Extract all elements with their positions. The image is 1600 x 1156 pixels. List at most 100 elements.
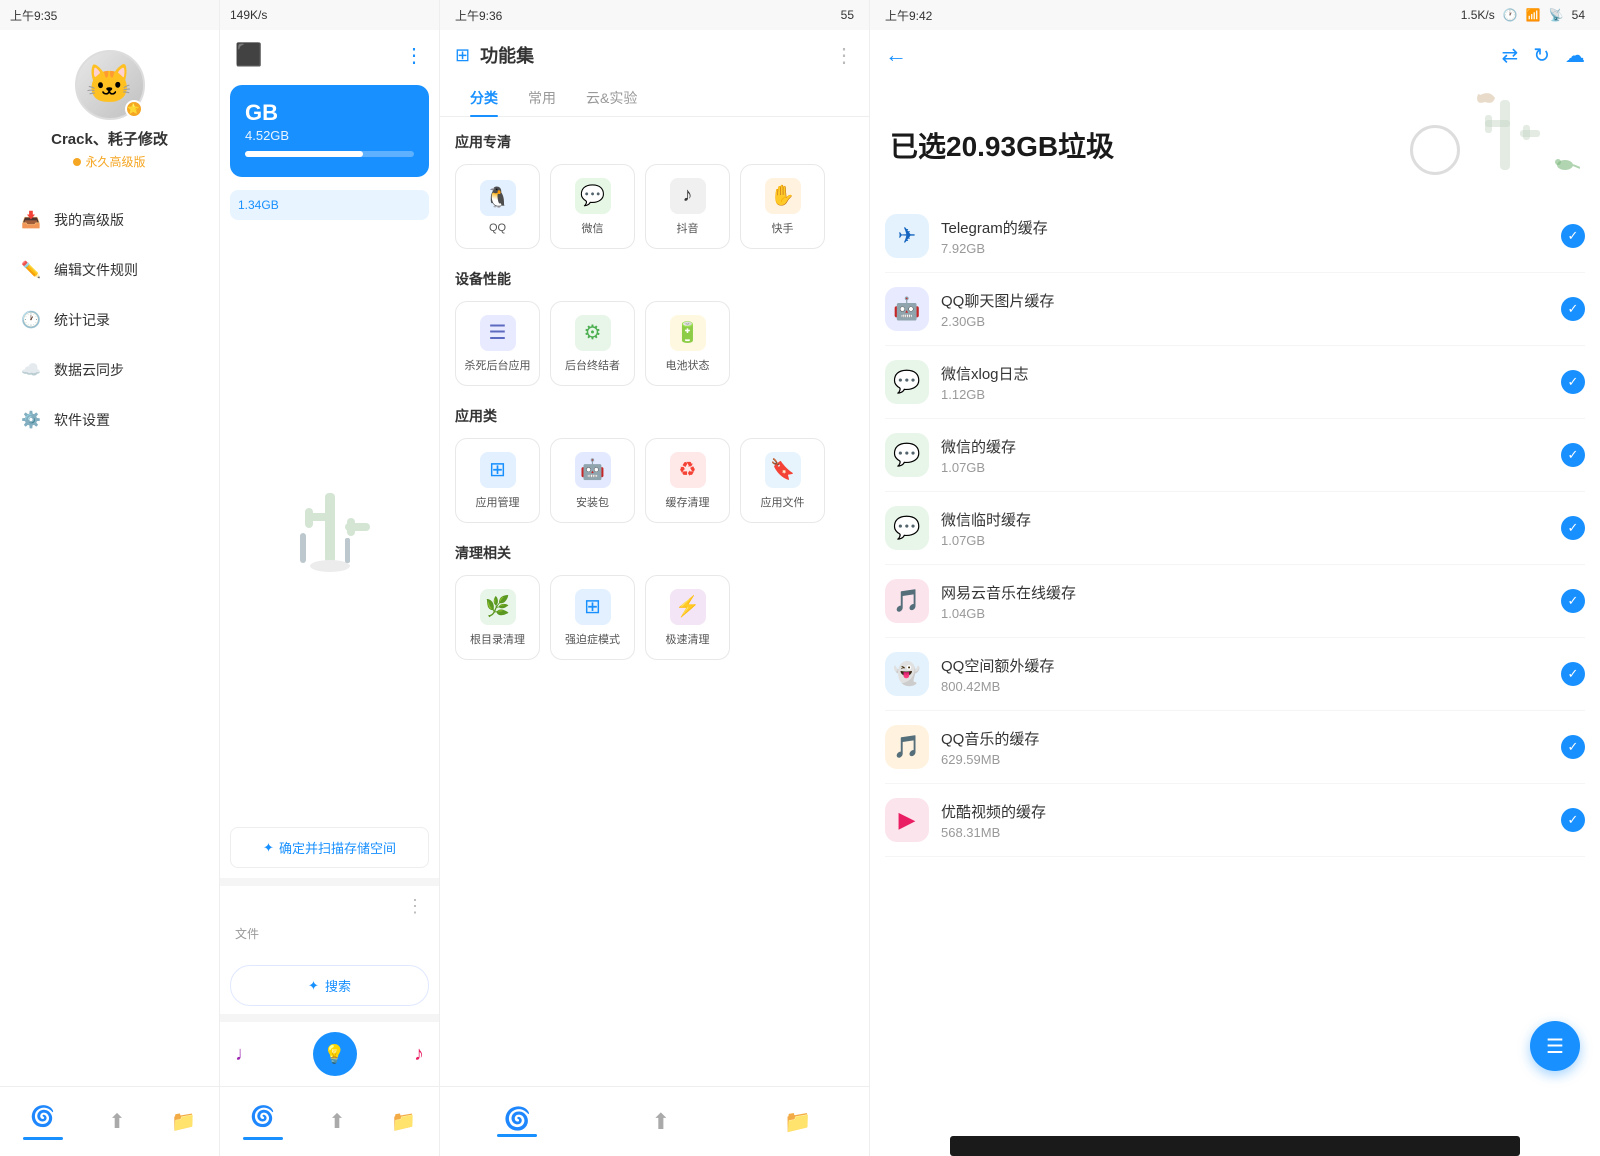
menu-label-settings: 软件设置 <box>54 410 110 430</box>
vip-icon: 📥 <box>20 209 42 231</box>
feature-fast[interactable]: ⚡ 极速清理 <box>645 575 730 660</box>
trash-decoration <box>1410 90 1580 180</box>
panel3-status-bar: 上午9:36 55 <box>440 0 869 30</box>
p3-tab-indicator <box>497 1134 537 1137</box>
wechat-xlog-check[interactable]: ✓ <box>1561 370 1585 394</box>
p3-tab-fan[interactable]: 🌀 <box>497 1106 537 1137</box>
trash-item-wechat-cache[interactable]: 💬 微信的缓存 1.07GB ✓ <box>885 419 1585 492</box>
feature-backend[interactable]: ⚙ 后台终结者 <box>550 301 635 386</box>
sidebar-item-rules[interactable]: ✏️ 编辑文件规则 <box>0 245 219 295</box>
qq-space-name: QQ空间额外缓存 <box>941 655 1561 676</box>
qq-space-check[interactable]: ✓ <box>1561 662 1585 686</box>
swap-button[interactable]: ⇄ <box>1501 43 1518 68</box>
fab-button[interactable]: ☰ <box>1530 1021 1580 1071</box>
p3-battery: 55 <box>841 8 854 22</box>
trash-item-youku[interactable]: ▶ 优酷视频的缓存 568.31MB ✓ <box>885 784 1585 857</box>
trash-item-wechat-xlog[interactable]: 💬 微信xlog日志 1.12GB ✓ <box>885 346 1585 419</box>
battery-icon: 🔋 <box>670 315 706 351</box>
more-button[interactable]: ⋮ <box>404 43 424 68</box>
tab-category[interactable]: 分类 <box>455 80 513 116</box>
wechat-temp-check[interactable]: ✓ <box>1561 516 1585 540</box>
appmanage-label: 应用管理 <box>476 494 520 510</box>
trash-item-qq-space[interactable]: 👻 QQ空间额外缓存 800.42MB ✓ <box>885 638 1585 711</box>
storage-detail: 4.52GB <box>245 128 414 143</box>
menu-label-vip: 我的高级版 <box>54 210 124 230</box>
panel3-title: 功能集 <box>480 42 824 68</box>
panel2-title-group: ⬛ <box>235 42 262 68</box>
netease-check[interactable]: ✓ <box>1561 589 1585 613</box>
storage-card-primary: GB 4.52GB <box>230 85 429 177</box>
wechat-cache-check[interactable]: ✓ <box>1561 443 1585 467</box>
profile-tag: 永久高级版 <box>73 153 145 170</box>
feature-cache[interactable]: ♻ 缓存清理 <box>645 438 730 523</box>
telegram-check[interactable]: ✓ <box>1561 224 1585 248</box>
youku-check[interactable]: ✓ <box>1561 808 1585 832</box>
float-action-button[interactable]: 💡 <box>313 1032 357 1076</box>
p3-star-icon: ⬆ <box>652 1109 670 1135</box>
feature-grid-clean: 🌿 根目录清理 ⊞ 强迫症模式 ⚡ 极速清理 <box>455 575 854 660</box>
bottom-tab-star[interactable]: ⬆ <box>109 1109 126 1134</box>
confirm-scan-button[interactable]: ✦ 确定并扫描存储空间 <box>230 827 429 868</box>
qq-chat-check[interactable]: ✓ <box>1561 297 1585 321</box>
feature-kill[interactable]: ☰ 杀死后台应用 <box>455 301 540 386</box>
light-icon: 💡 <box>323 1044 345 1065</box>
feature-wechat[interactable]: 💬 微信 <box>550 164 635 249</box>
feature-tiktok[interactable]: ♪ 抖音 <box>645 164 730 249</box>
p2-tab-up[interactable]: ⬆ <box>329 1109 346 1134</box>
p2-tab-fan[interactable]: 🌀 <box>243 1104 283 1140</box>
music-note-purple: ♩ <box>235 1043 255 1066</box>
p3-tab-folder[interactable]: 📁 <box>784 1109 811 1135</box>
sidebar-item-settings[interactable]: ⚙️ 软件设置 <box>0 395 219 445</box>
p2-folder-icon: 📁 <box>391 1109 416 1134</box>
feature-battery[interactable]: 🔋 电池状态 <box>645 301 730 386</box>
wechat-cache-info: 微信的缓存 1.07GB <box>941 436 1561 475</box>
p4-time: 上午9:42 <box>885 7 932 24</box>
appfile-icon: 🔖 <box>765 452 801 488</box>
trash-item-netease[interactable]: 🎵 网易云音乐在线缓存 1.04GB ✓ <box>885 565 1585 638</box>
tab-cloud[interactable]: 云&实验 <box>571 80 652 116</box>
obsessive-icon: ⊞ <box>575 589 611 625</box>
p4-signal-icon: 📶 <box>1526 8 1541 22</box>
panel1-sidebar: 上午9:35 🐱 ⭐ Crack、耗子修改 永久高级版 📥 我的高级版 ✏️ 编… <box>0 0 220 1156</box>
header-action-buttons: ⇄ ↻ ☁ <box>1501 43 1585 68</box>
feature-appfile[interactable]: 🔖 应用文件 <box>740 438 825 523</box>
feature-appmanage[interactable]: ⊞ 应用管理 <box>455 438 540 523</box>
bottom-tab-fan[interactable]: 🌀 <box>23 1104 63 1140</box>
search-row[interactable]: ✦ 搜索 <box>230 965 429 1006</box>
apk-label: 安装包 <box>576 494 609 510</box>
p4-clock-icon: 🕐 <box>1503 8 1518 22</box>
tab-common[interactable]: 常用 <box>513 80 571 116</box>
p3-more-icon[interactable]: ⋮ <box>834 43 854 68</box>
trash-item-qq-music[interactable]: 🎵 QQ音乐的缓存 629.59MB ✓ <box>885 711 1585 784</box>
status-time: 上午9:35 <box>10 7 57 24</box>
feature-obsessive[interactable]: ⊞ 强迫症模式 <box>550 575 635 660</box>
bottom-tab-folder[interactable]: 📁 <box>171 1109 196 1134</box>
sidebar-item-vip[interactable]: 📥 我的高级版 <box>0 195 219 245</box>
kuaishou-icon: ✋ <box>765 178 801 214</box>
sidebar-item-cloud[interactable]: ☁️ 数据云同步 <box>0 345 219 395</box>
trash-item-qq-chat[interactable]: 🤖 QQ聊天图片缓存 2.30GB ✓ <box>885 273 1585 346</box>
feature-rootclean[interactable]: 🌿 根目录清理 <box>455 575 540 660</box>
rootclean-label: 根目录清理 <box>470 631 525 647</box>
back-button[interactable]: ← <box>885 42 907 68</box>
tab-indicator <box>23 1137 63 1140</box>
upload-button[interactable]: ☁ <box>1565 43 1585 68</box>
feature-qq[interactable]: 🐧 QQ <box>455 164 540 249</box>
qq-chat-app-icon: 🤖 <box>885 287 929 331</box>
sidebar-menu: 📥 我的高级版 ✏️ 编辑文件规则 🕐 统计记录 ☁️ 数据云同步 ⚙️ 软件设… <box>0 185 219 1086</box>
p2-tab-indicator <box>243 1137 283 1140</box>
apk-icon: 🤖 <box>575 452 611 488</box>
sidebar-item-stats[interactable]: 🕐 统计记录 <box>0 295 219 345</box>
refresh-button[interactable]: ↻ <box>1533 43 1550 68</box>
feature-apk[interactable]: 🤖 安装包 <box>550 438 635 523</box>
trash-item-wechat-temp[interactable]: 💬 微信临时缓存 1.07GB ✓ <box>885 492 1585 565</box>
p2-tab-folder[interactable]: 📁 <box>391 1109 416 1134</box>
file-more-icon[interactable]: ⋮ <box>406 896 424 917</box>
p3-tab-star[interactable]: ⬆ <box>652 1109 670 1135</box>
p3-fan-icon: 🌀 <box>503 1106 530 1132</box>
trash-item-telegram[interactable]: ✈ Telegram的缓存 7.92GB ✓ <box>885 200 1585 273</box>
wechat-xlog-size: 1.12GB <box>941 387 1561 402</box>
panel2-header: ⬛ ⋮ <box>220 30 439 80</box>
feature-kuaishou[interactable]: ✋ 快手 <box>740 164 825 249</box>
qq-music-check[interactable]: ✓ <box>1561 735 1585 759</box>
